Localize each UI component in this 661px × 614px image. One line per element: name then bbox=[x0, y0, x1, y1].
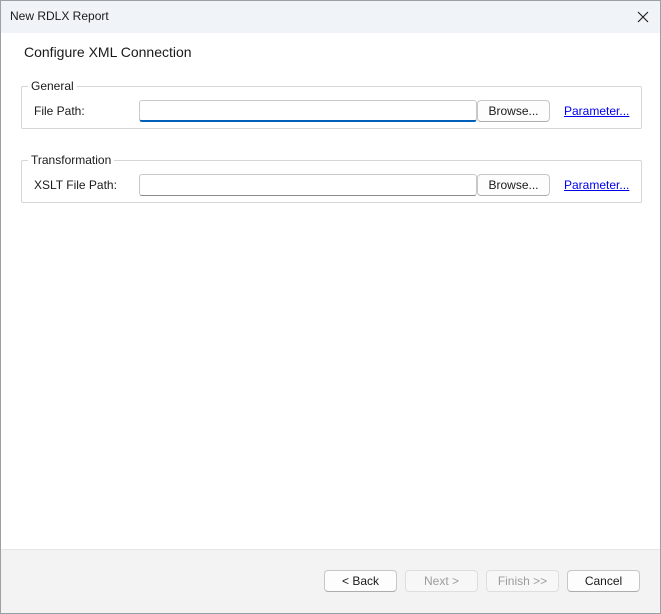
next-button[interactable]: Next > bbox=[405, 570, 478, 592]
file-path-input[interactable] bbox=[139, 100, 477, 122]
xslt-browse-button[interactable]: Browse... bbox=[477, 174, 550, 196]
file-path-browse-button[interactable]: Browse... bbox=[477, 100, 550, 122]
xslt-parameter-link[interactable]: Parameter... bbox=[564, 178, 629, 192]
title-bar: New RDLX Report bbox=[1, 1, 660, 33]
window-title: New RDLX Report bbox=[10, 9, 109, 23]
general-group: General File Path: Browse... Parameter..… bbox=[21, 78, 642, 129]
xslt-file-path-label: XSLT File Path: bbox=[34, 178, 117, 192]
transformation-group-legend: Transformation bbox=[28, 152, 115, 168]
page-title: Configure XML Connection bbox=[24, 44, 192, 60]
close-button[interactable] bbox=[626, 1, 660, 33]
finish-button[interactable]: Finish >> bbox=[486, 570, 559, 592]
file-path-label: File Path: bbox=[34, 104, 85, 118]
file-path-parameter-link[interactable]: Parameter... bbox=[564, 104, 629, 118]
general-group-legend: General bbox=[28, 78, 77, 94]
transformation-group: Transformation XSLT File Path: Browse...… bbox=[21, 152, 642, 203]
dialog-window: New RDLX Report Configure XML Connection… bbox=[0, 0, 661, 614]
dialog-footer: < Back Next > Finish >> Cancel bbox=[1, 549, 660, 613]
xslt-file-path-input[interactable] bbox=[139, 174, 477, 196]
close-icon bbox=[637, 11, 649, 23]
cancel-button[interactable]: Cancel bbox=[567, 570, 640, 592]
back-button[interactable]: < Back bbox=[324, 570, 397, 592]
